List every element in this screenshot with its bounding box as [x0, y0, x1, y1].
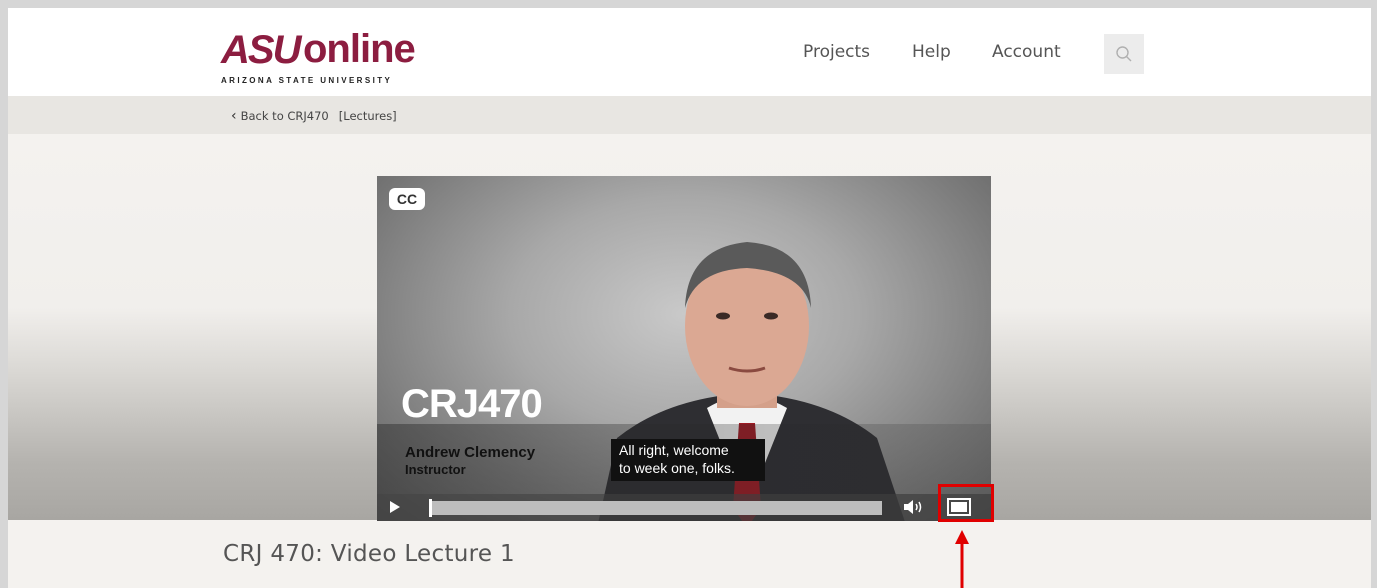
fullscreen-highlight-box — [938, 484, 994, 522]
closed-captions-button[interactable]: CC — [389, 188, 425, 210]
progress-handle[interactable] — [429, 499, 432, 517]
site-header: ASU online ARIZONA STATE UNIVERSITY Proj… — [8, 8, 1371, 96]
instructor-name: Andrew Clemency — [405, 444, 536, 461]
back-link[interactable]: Back to CRJ470 — [241, 109, 329, 123]
nav-projects[interactable]: Projects — [803, 42, 870, 62]
volume-icon[interactable] — [903, 499, 925, 515]
course-code-overlay: CRJ470 — [401, 382, 543, 426]
video-player[interactable]: CC CRJ470 Andrew Clemency Instructor All… — [377, 176, 991, 521]
asu-online-logo[interactable]: ASU online ARIZONA STATE UNIVERSITY — [221, 27, 421, 85]
breadcrumb-section: [Lectures] — [338, 109, 397, 123]
video-controls — [377, 494, 991, 521]
breadcrumb: ‹ Back to CRJ470 [Lectures] — [231, 109, 397, 123]
search-icon — [1116, 46, 1132, 62]
caption-text: All right, welcome to week one, folks. — [611, 439, 765, 481]
caption-line: to week one, folks. — [619, 460, 735, 476]
instructor-role: Instructor — [405, 462, 466, 477]
logo-brand: ASU — [221, 28, 301, 72]
logo-product: online — [303, 27, 416, 71]
page-title: CRJ 470: Video Lecture 1 — [223, 541, 515, 567]
search-button[interactable] — [1104, 34, 1144, 74]
play-icon[interactable] — [389, 500, 401, 514]
caption-line: All right, welcome — [619, 442, 729, 458]
progress-bar[interactable] — [429, 499, 882, 517]
browser-page: ASU online ARIZONA STATE UNIVERSITY Proj… — [8, 8, 1371, 588]
arrow-up-icon — [955, 530, 969, 588]
logo-subtitle: ARIZONA STATE UNIVERSITY — [221, 76, 393, 85]
chevron-left-icon: ‹ — [231, 108, 237, 124]
nav-help[interactable]: Help — [912, 42, 951, 62]
breadcrumb-bar: ‹ Back to CRJ470 [Lectures] — [8, 96, 1371, 134]
nav-account[interactable]: Account — [992, 42, 1061, 62]
